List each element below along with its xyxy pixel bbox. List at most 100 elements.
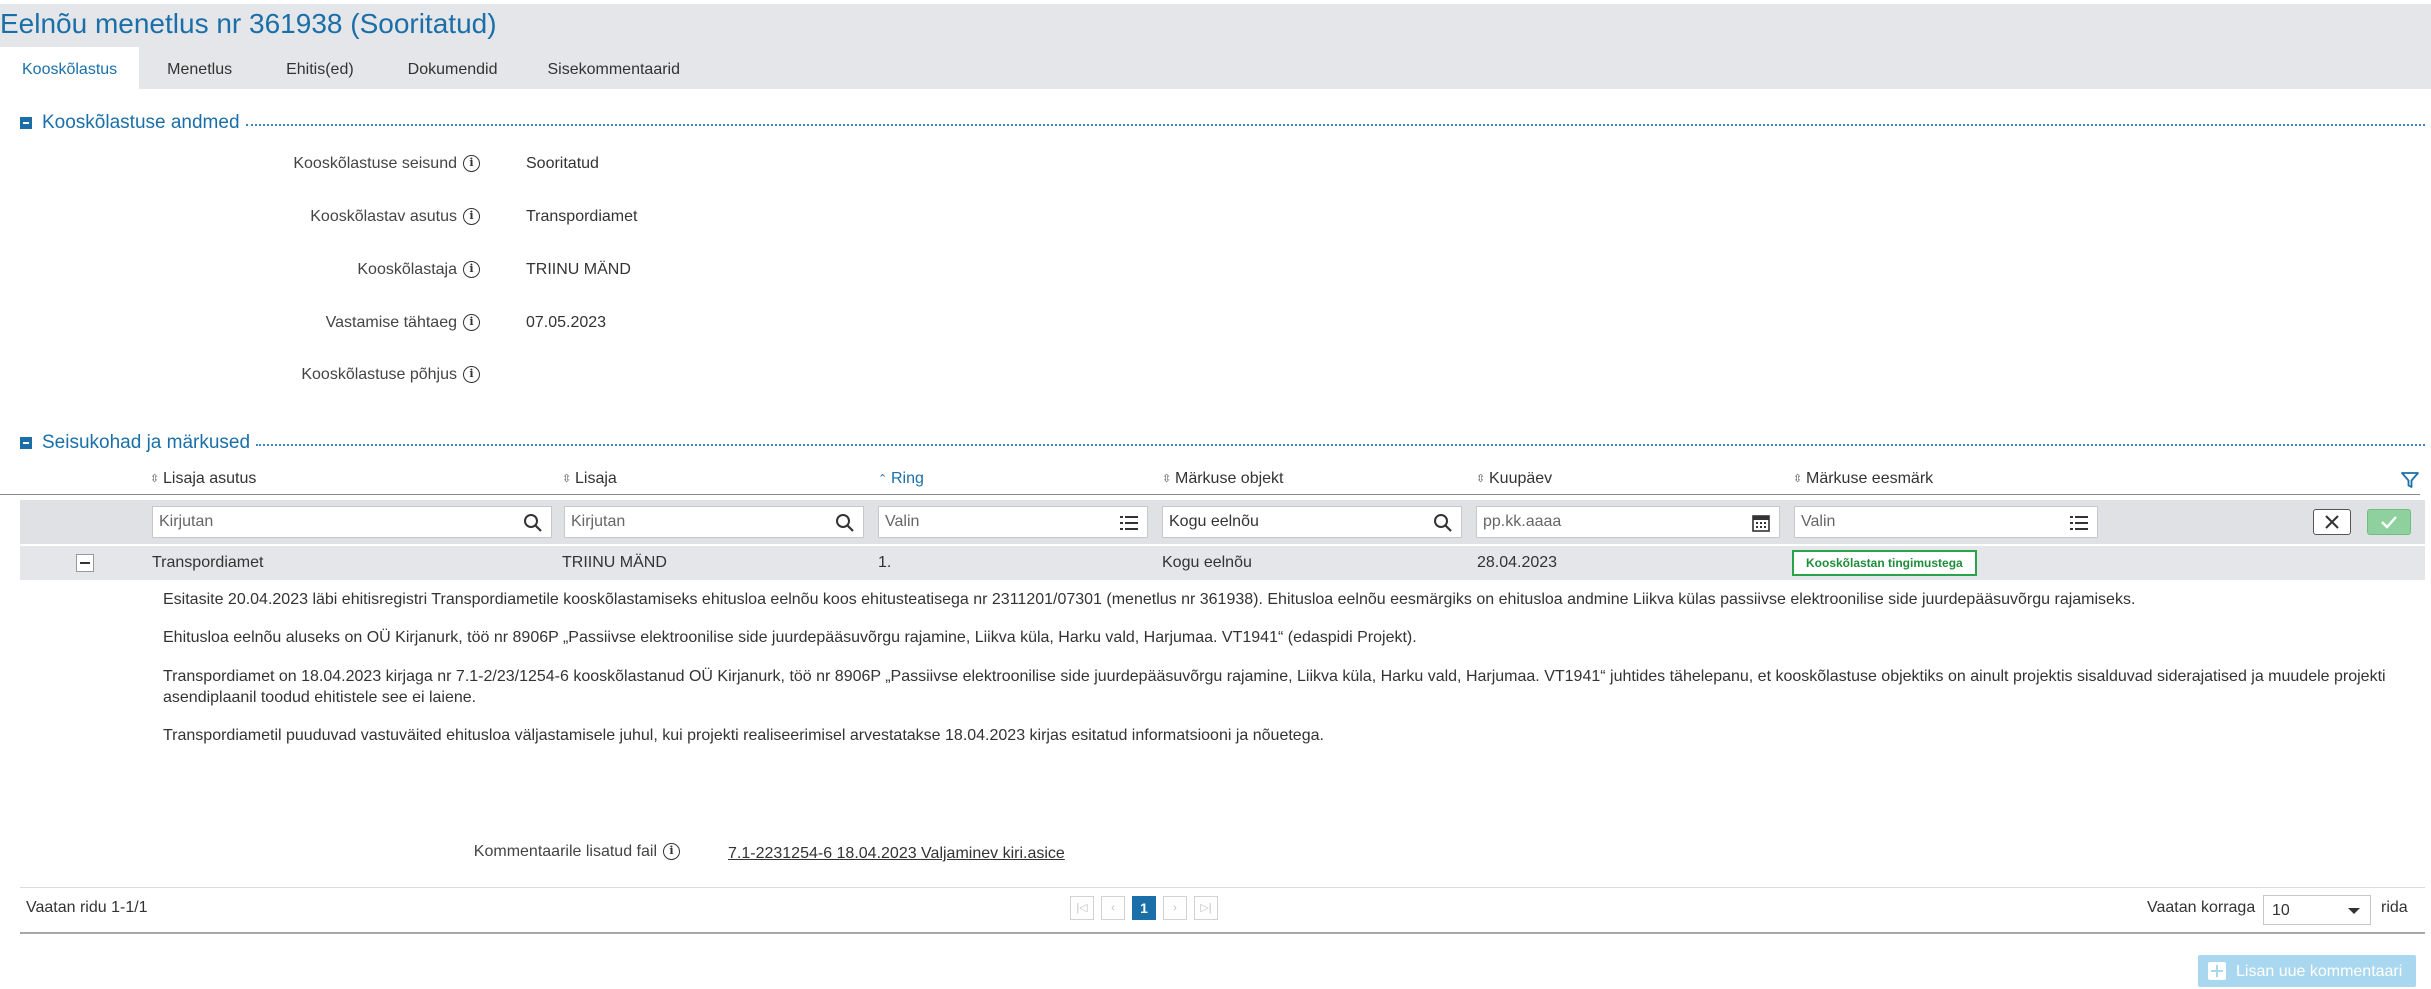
divider xyxy=(20,932,2425,934)
clear-filters-button[interactable] xyxy=(2313,509,2351,535)
tab-dokumendid[interactable]: Dokumendid xyxy=(380,47,526,93)
info-icon[interactable]: i xyxy=(463,208,480,226)
collapse-icon[interactable] xyxy=(20,437,32,449)
comment-paragraph: Ehitusloa eelnõu aluseks on OÜ Kirjanurk… xyxy=(163,629,1417,646)
filter-row xyxy=(20,500,2425,544)
column-kuupaev[interactable]: ⇳ Kuupäev xyxy=(1476,470,1552,488)
cell-ring: 1. xyxy=(878,554,892,571)
cell-author: TRIINU MÄND xyxy=(562,554,667,571)
column-ring[interactable]: ⌃ Ring xyxy=(878,470,924,488)
calendar-icon[interactable] xyxy=(1751,513,1771,533)
details-section-header[interactable]: Kooskõlastuse andmed xyxy=(20,112,2425,133)
section-divider xyxy=(245,124,2425,126)
tab-kooskolastus[interactable]: Kooskõlastus xyxy=(0,47,140,93)
filter-icon[interactable] xyxy=(2400,470,2420,490)
collapse-icon[interactable] xyxy=(20,117,32,129)
tab-ehitised[interactable]: Ehitis(ed) xyxy=(260,47,380,93)
field-value: Transpordiamet xyxy=(526,208,638,225)
add-comment-button[interactable]: Lisan uue kommentaari xyxy=(2198,955,2416,987)
sort-asc-icon: ⌃ xyxy=(878,473,888,485)
purpose-filter-input[interactable] xyxy=(1801,513,2059,531)
remarks-section-title: Seisukohad ja märkused xyxy=(42,432,251,453)
comment-paragraph: Esitasite 20.04.2023 läbi ehitisregistri… xyxy=(163,591,2136,608)
list-icon[interactable] xyxy=(2069,513,2089,533)
info-icon[interactable]: i xyxy=(463,261,480,279)
sort-icon: ⇳ xyxy=(1793,473,1803,485)
row-collapse-icon[interactable] xyxy=(76,554,94,572)
column-lisaja-asutus[interactable]: ⇳ Lisaja asutus xyxy=(150,470,256,488)
page-header: Eelnõu menetlus nr 361938 (Sooritatud) K… xyxy=(0,0,2431,93)
tab-bar: Kooskõlastus Menetlus Ehitis(ed) Dokumen… xyxy=(0,47,702,93)
field-value: 07.05.2023 xyxy=(526,314,607,331)
rows-info: Vaatan ridu 1-1/1 xyxy=(26,899,148,916)
sort-icon: ⇳ xyxy=(1162,473,1172,485)
field-asutus: Kooskõlastav asutus i Transpordiamet xyxy=(0,208,1200,232)
list-icon[interactable] xyxy=(1119,513,1139,533)
per-page-select[interactable]: 10 xyxy=(2263,895,2371,925)
sort-icon: ⇳ xyxy=(562,473,572,485)
ring-filter-input[interactable] xyxy=(885,513,1109,531)
field-label: Kooskõlastuse seisund i xyxy=(0,155,480,173)
page-button-current[interactable]: 1 xyxy=(1132,896,1156,920)
first-page-button[interactable]: |◁ xyxy=(1070,896,1094,920)
author-filter-input[interactable] xyxy=(571,513,825,531)
check-icon xyxy=(2381,516,2397,529)
cell-object: Kogu eelnõu xyxy=(1162,554,1252,571)
comment-paragraph: Transpordiamet on 18.04.2023 kirjaga nr … xyxy=(163,668,2386,706)
field-label: Kooskõlastav asutus i xyxy=(0,208,480,226)
prev-page-button[interactable]: ‹ xyxy=(1101,896,1125,920)
object-filter-input[interactable] xyxy=(1169,513,1423,531)
info-icon[interactable]: i xyxy=(463,155,480,173)
per-page-value: 10 xyxy=(2272,902,2290,919)
date-filter-input[interactable] xyxy=(1483,513,1741,531)
ring-filter[interactable] xyxy=(878,506,1148,538)
field-seisund: Kooskõlastuse seisund i Sooritatud xyxy=(0,155,1200,179)
column-markuse-objekt[interactable]: ⇳ Märkuse objekt xyxy=(1162,470,1284,488)
tab-sisekommentaarid[interactable]: Sisekommentaarid xyxy=(526,47,703,93)
attachment-label: Kommentaarile lisatud fail i xyxy=(0,843,680,861)
field-value: Sooritatud xyxy=(526,155,599,172)
field-value: TRIINU MÄND xyxy=(526,261,631,278)
author-filter[interactable] xyxy=(564,506,864,538)
section-divider xyxy=(256,444,2425,446)
attachment-link[interactable]: 7.1-2231254-6 18.04.2023 Valjaminev kiri… xyxy=(728,845,1065,863)
date-filter[interactable] xyxy=(1476,506,1780,538)
purpose-filter[interactable] xyxy=(1794,506,2098,538)
pagination: |◁ ‹ 1 › ▷| xyxy=(1070,896,1218,920)
field-label: Vastamise tähtaeg i xyxy=(0,314,480,332)
search-icon[interactable] xyxy=(523,513,543,533)
info-icon[interactable]: i xyxy=(463,366,480,384)
comment-paragraph: Transpordiametil puuduvad vastuväited eh… xyxy=(163,727,1324,744)
column-markuse-eesmark[interactable]: ⇳ Märkuse eesmärk xyxy=(1793,470,1933,488)
field-kooskolastaja: Kooskõlastaja i TRIINU MÄND xyxy=(0,261,1200,285)
cell-agency: Transpordiamet xyxy=(152,554,264,571)
next-page-button[interactable]: › xyxy=(1163,896,1187,920)
divider xyxy=(20,887,2425,888)
apply-filters-button[interactable] xyxy=(2367,509,2411,535)
sort-icon: ⇳ xyxy=(150,473,160,485)
add-comment-label: Lisan uue kommentaari xyxy=(2236,963,2403,980)
search-icon[interactable] xyxy=(1433,513,1453,533)
info-icon[interactable]: i xyxy=(663,843,680,861)
remarks-section-header[interactable]: Seisukohad ja märkused xyxy=(20,432,2425,453)
cell-date: 28.04.2023 xyxy=(1477,554,1558,571)
last-page-button[interactable]: ▷| xyxy=(1194,896,1218,920)
table-header: ⇳ Lisaja asutus ⇳ Lisaja ⌃ Ring ⇳ Märkuse ob… xyxy=(0,466,2420,495)
close-icon xyxy=(2325,515,2339,529)
column-lisaja[interactable]: ⇳ Lisaja xyxy=(562,470,617,488)
per-page-unit: rida xyxy=(2381,899,2408,916)
object-filter[interactable] xyxy=(1162,506,1462,538)
field-label: Kooskõlastuse põhjus i xyxy=(0,366,480,384)
agency-filter-input[interactable] xyxy=(159,513,513,531)
table-row[interactable]: Transpordiamet TRIINU MÄND 1. Kogu eelnõ… xyxy=(20,546,2425,580)
field-label: Kooskõlastaja i xyxy=(0,261,480,279)
status-badge: Kooskõlastan tingimustega xyxy=(1792,550,1977,576)
tab-menetlus[interactable]: Menetlus xyxy=(139,47,260,93)
page-title: Eelnõu menetlus nr 361938 (Sooritatud) xyxy=(0,8,497,39)
info-icon[interactable]: i xyxy=(463,314,480,332)
sort-icon: ⇳ xyxy=(1476,473,1486,485)
plus-icon xyxy=(2208,962,2226,980)
chevron-down-icon xyxy=(2348,908,2360,914)
search-icon[interactable] xyxy=(835,513,855,533)
agency-filter[interactable] xyxy=(152,506,552,538)
